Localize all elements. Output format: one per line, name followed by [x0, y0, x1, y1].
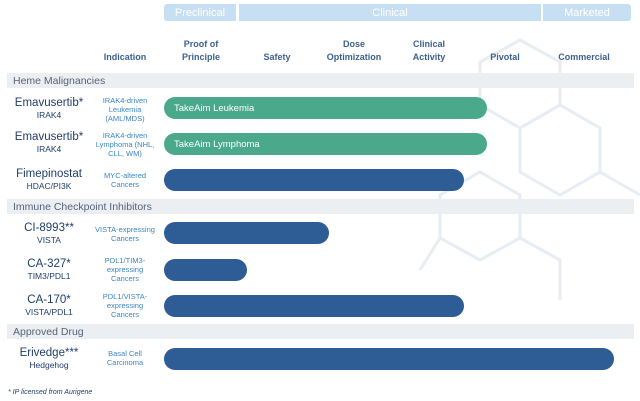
column-pivotal: Pivotal: [490, 52, 520, 62]
column-dose-optimization: Dose Optimization: [326, 39, 382, 62]
pipeline-bar: [164, 169, 464, 191]
column-clinical-activity: Clinical Activity: [412, 39, 446, 62]
footnote: * IP licensed from Aurigene: [8, 389, 93, 396]
indication-text: IRAK4-driven Lymphoma (NHL, CLL, WM): [95, 131, 155, 158]
drug-name: Erivedge***: [19, 347, 79, 359]
pipeline-bar: [164, 259, 247, 281]
indication-text: VISTA-expressing Cancers: [95, 225, 155, 243]
indication-text: MYC-altered Cancers: [103, 171, 147, 189]
phase-clinical: Clinical: [239, 4, 541, 21]
drug-name: Emavusertib*: [14, 131, 84, 143]
column-indication: Indication: [103, 52, 147, 62]
drug-name: Emavusertib*: [14, 97, 84, 109]
drug-target: VISTA/PDL1: [25, 307, 73, 317]
column-safety: Safety: [263, 52, 291, 62]
pipeline-bar: [164, 295, 464, 317]
drug-cell: Emavusertib* IRAK4: [8, 97, 90, 121]
indication-text: PDL1/VISTA-expressing Cancers: [102, 292, 148, 319]
drug-name: CA-170*: [27, 294, 71, 306]
column-commercial: Commercial: [558, 52, 610, 62]
indication-text: IRAK4-driven Leukemia (AML/MDS): [102, 96, 148, 123]
pipeline-bar: TakeAim Leukemia: [164, 97, 487, 119]
drug-target: VISTA: [37, 235, 61, 245]
drug-target: HDAC/PI3K: [26, 181, 72, 191]
drug-target: TIM3/PDL1: [27, 271, 71, 281]
drug-target: Hedgehog: [29, 360, 69, 370]
drug-target: IRAK4: [36, 110, 62, 120]
pipeline-bar: [164, 222, 329, 244]
drug-cell: CA-327* TIM3/PDL1: [8, 258, 90, 282]
drug-cell: Erivedge*** Hedgehog: [8, 347, 90, 371]
drug-cell: Emavusertib* IRAK4: [8, 131, 90, 155]
bar-label: TakeAim Lymphoma: [174, 138, 260, 150]
drug-name: Fimepinostat: [16, 168, 82, 180]
bar-label: TakeAim Leukemia: [174, 102, 255, 114]
drug-cell: CA-170* VISTA/PDL1: [8, 294, 90, 318]
drug-target: IRAK4: [36, 144, 62, 154]
drug-cell: CI-8993** VISTA: [8, 222, 90, 246]
drug-name: CI-8993**: [24, 222, 74, 234]
category-immune-checkpoint-inhibitors: Immune Checkpoint Inhibitors: [7, 199, 634, 214]
indication-text: PDL1/TIM3-expressing Cancers: [104, 256, 146, 283]
category-approved-drug: Approved Drug: [7, 324, 634, 339]
drug-name: CA-327*: [27, 258, 71, 270]
indication-text: Basal Cell Carcinoma: [106, 349, 144, 367]
phase-preclinical: Preclinical: [164, 4, 236, 21]
phase-marketed: Marketed: [543, 4, 631, 21]
column-proof-of-principle: Proof of Principle: [181, 39, 220, 62]
category-heme-malignancies: Heme Malignancies: [7, 73, 634, 88]
pipeline-bar: TakeAim Lymphoma: [164, 133, 487, 155]
pipeline-bar: [164, 348, 614, 370]
drug-cell: Fimepinostat HDAC/PI3K: [8, 168, 90, 192]
